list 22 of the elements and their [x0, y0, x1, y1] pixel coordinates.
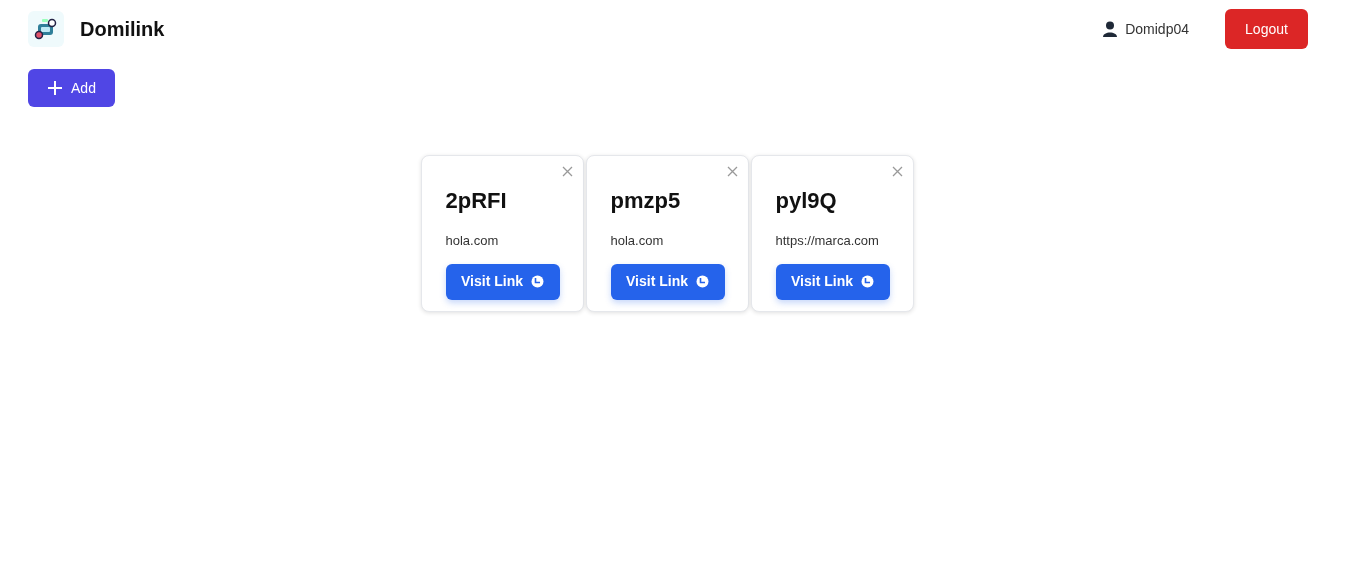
close-icon[interactable] [726, 166, 738, 177]
user-icon [1103, 21, 1118, 37]
close-icon[interactable] [891, 166, 903, 177]
link-url: https://marca.com [775, 232, 880, 250]
visit-link-button[interactable]: Visit Link [610, 263, 725, 300]
brand-name[interactable]: Domilink [80, 14, 165, 44]
clock-icon [696, 275, 709, 288]
link-title: 2pRFI [445, 187, 508, 215]
visit-link-button[interactable]: Visit Link [445, 263, 560, 300]
link-url: hola.com [445, 232, 500, 250]
logo-icon [28, 11, 64, 47]
link-url: hola.com [610, 232, 665, 250]
link-title: pyl9Q [775, 187, 838, 215]
clock-icon [531, 275, 544, 288]
plus-icon [47, 80, 64, 96]
link-title: pmzp5 [610, 187, 682, 215]
visit-link-button[interactable]: Visit Link [775, 263, 890, 300]
clock-icon [861, 275, 874, 288]
add-button[interactable]: Add [28, 69, 115, 107]
close-icon[interactable] [561, 166, 573, 177]
logout-button[interactable]: Logout [1225, 9, 1308, 49]
username: Domidp04 [1125, 19, 1189, 39]
